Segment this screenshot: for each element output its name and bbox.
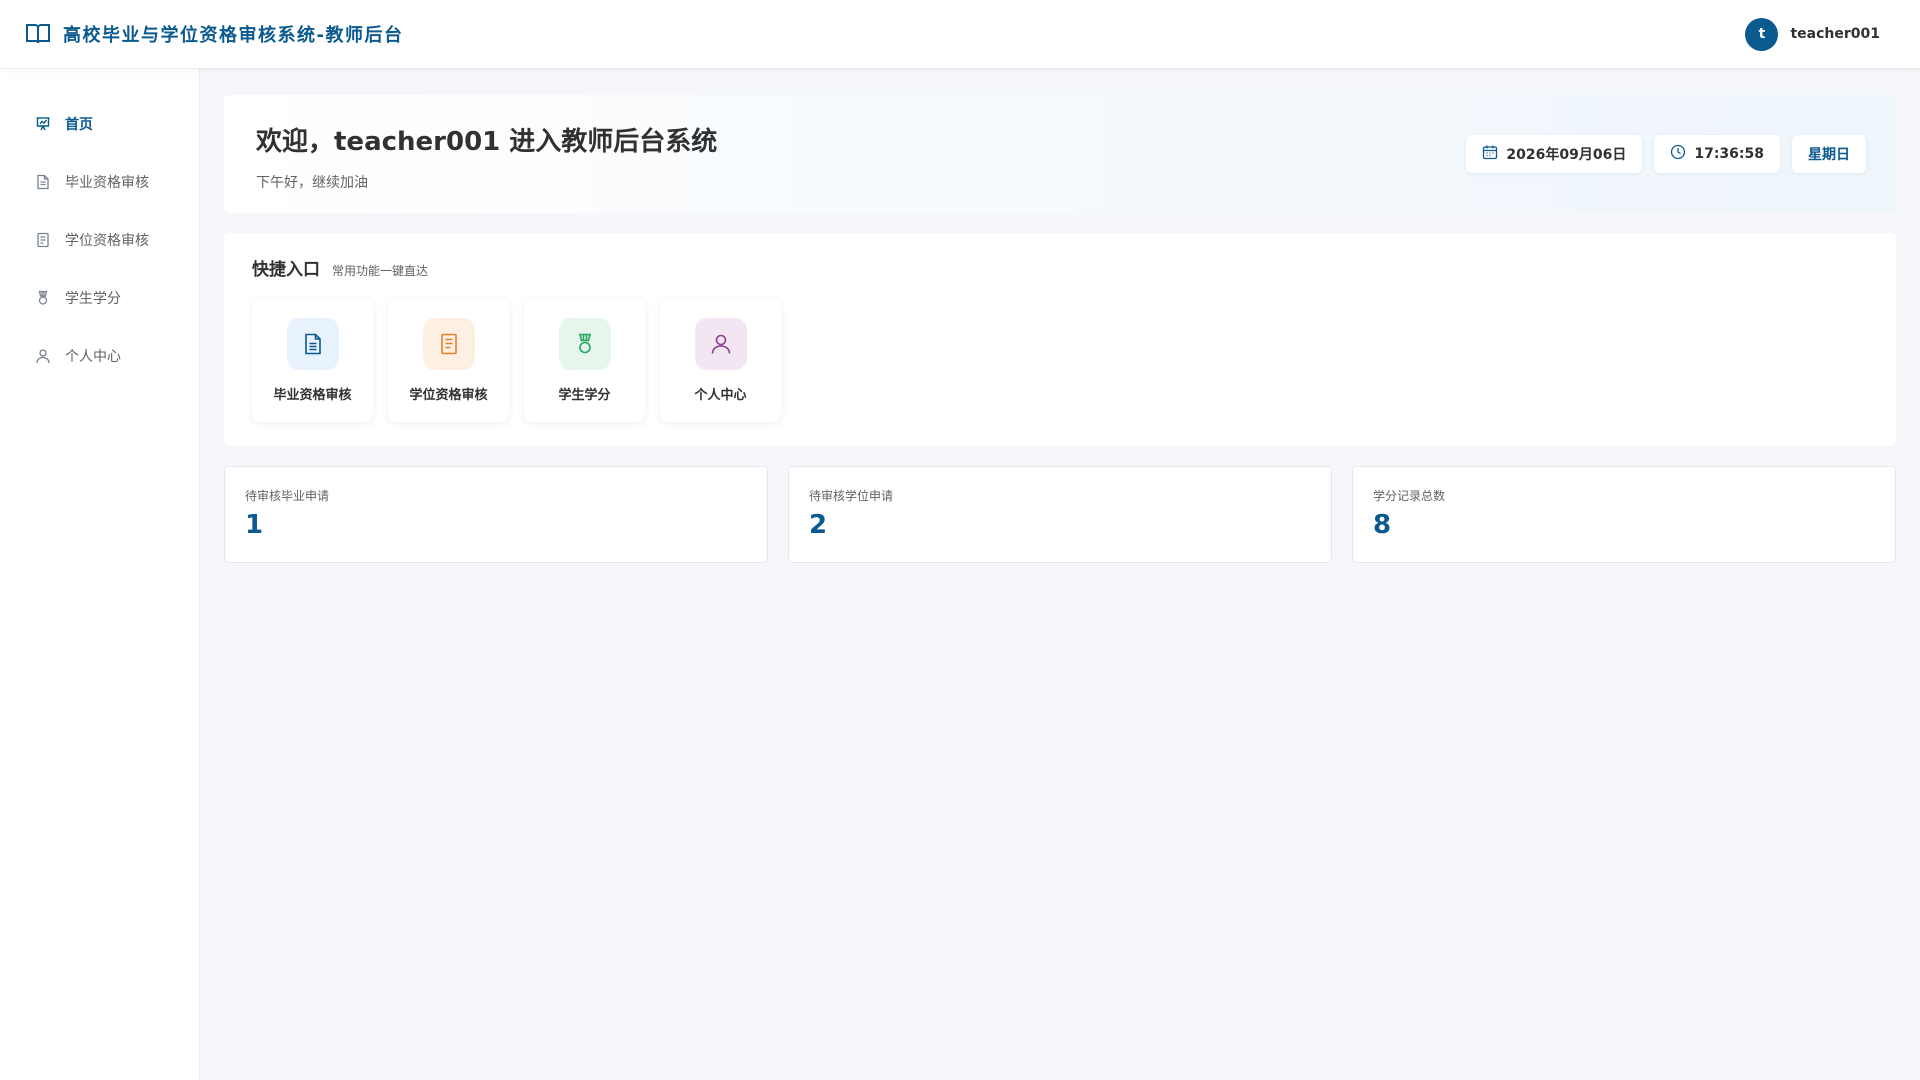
stat-card-credit-records: 学分记录总数 8 [1352,466,1896,563]
username[interactable]: teacher001 [1790,26,1880,42]
stat-value: 1 [245,510,264,540]
stat-label: 待审核毕业申请 [245,489,330,503]
document-icon [35,174,51,190]
stat-value: 2 [809,510,828,540]
datetime-chips: 2026年09月06日 17:36:58 星期日 [1466,135,1866,173]
calendar-icon [1482,144,1498,164]
sidebar-item-label: 个人中心 [65,349,121,365]
sidebar-item-label: 首页 [65,117,93,133]
stats-row: 待审核毕业申请 1 待审核学位申请 2 学分记录总数 8 [224,466,1896,563]
document-list-icon [35,232,51,248]
user-icon [694,318,747,370]
sidebar-item-label: 毕业资格审核 [65,175,149,191]
weekday-chip: 星期日 [1792,135,1866,173]
sidebar-item-label: 学位资格审核 [65,233,149,249]
time-chip: 17:36:58 [1654,135,1780,173]
user-menu[interactable]: t teacher001 [1745,17,1880,51]
quick-access-cards: 毕业资格审核 学位资格审核 学生学分 个人中心 [252,298,1868,422]
date-chip: 2026年09月06日 [1466,135,1643,173]
weekday-text: 星期日 [1808,147,1850,163]
quick-card-label: 学生学分 [558,388,611,403]
stat-card-pending-graduation: 待审核毕业申请 1 [224,466,768,563]
sidebar-item-home[interactable]: 首页 [0,95,199,153]
main-content: 欢迎，teacher001 进入教师后台系统 下午好，继续加油 2026年09月… [224,95,1896,563]
welcome-banner: 欢迎，teacher001 进入教师后台系统 下午好，继续加油 2026年09月… [224,95,1896,213]
sidebar: 首页 毕业资格审核 学位资格审核 学生学分 个人中心 [0,69,200,1080]
quick-access-panel: 快捷入口 常用功能一键直达 毕业资格审核 学位资格审核 学生学分 个人中心 [224,233,1896,446]
quick-card-label: 个人中心 [694,388,747,403]
quick-access-header: 快捷入口 常用功能一键直达 [252,255,1868,280]
sidebar-item-profile[interactable]: 个人中心 [0,327,199,385]
app-title: 高校毕业与学位资格审核系统-教师后台 [63,25,404,46]
document-list-icon [422,318,475,370]
time-text: 17:36:58 [1694,146,1764,162]
quick-card-profile[interactable]: 个人中心 [660,298,781,422]
quick-card-degree-review[interactable]: 学位资格审核 [388,298,509,422]
quick-access-title: 快捷入口 [252,260,320,280]
welcome-subtitle: 下午好，继续加油 [256,175,368,191]
top-header: 高校毕业与学位资格审核系统-教师后台 t teacher001 [0,0,1920,69]
medal-icon [35,290,51,306]
date-text: 2026年09月06日 [1506,147,1627,163]
quick-card-graduation-review[interactable]: 毕业资格审核 [252,298,373,422]
medal-icon [558,318,611,370]
avatar[interactable]: t [1745,17,1779,51]
sidebar-item-student-credits[interactable]: 学生学分 [0,269,199,327]
sidebar-item-label: 学生学分 [65,291,121,307]
brand: 高校毕业与学位资格审核系统-教师后台 [25,21,403,47]
stat-label: 待审核学位申请 [809,489,894,503]
sidebar-item-degree-review[interactable]: 学位资格审核 [0,211,199,269]
stat-label: 学分记录总数 [1373,489,1446,503]
quick-card-student-credits[interactable]: 学生学分 [524,298,645,422]
sidebar-item-graduation-review[interactable]: 毕业资格审核 [0,153,199,211]
quick-card-label: 毕业资格审核 [273,388,352,403]
stat-value: 8 [1373,510,1392,540]
stat-card-pending-degree: 待审核学位申请 2 [788,466,1332,563]
quick-access-subtitle: 常用功能一键直达 [332,264,429,278]
user-icon [35,348,51,364]
book-open-icon [25,22,51,46]
document-icon [286,318,339,370]
quick-card-label: 学位资格审核 [409,388,488,403]
presentation-chart-icon [35,116,51,132]
clock-icon [1670,144,1686,164]
